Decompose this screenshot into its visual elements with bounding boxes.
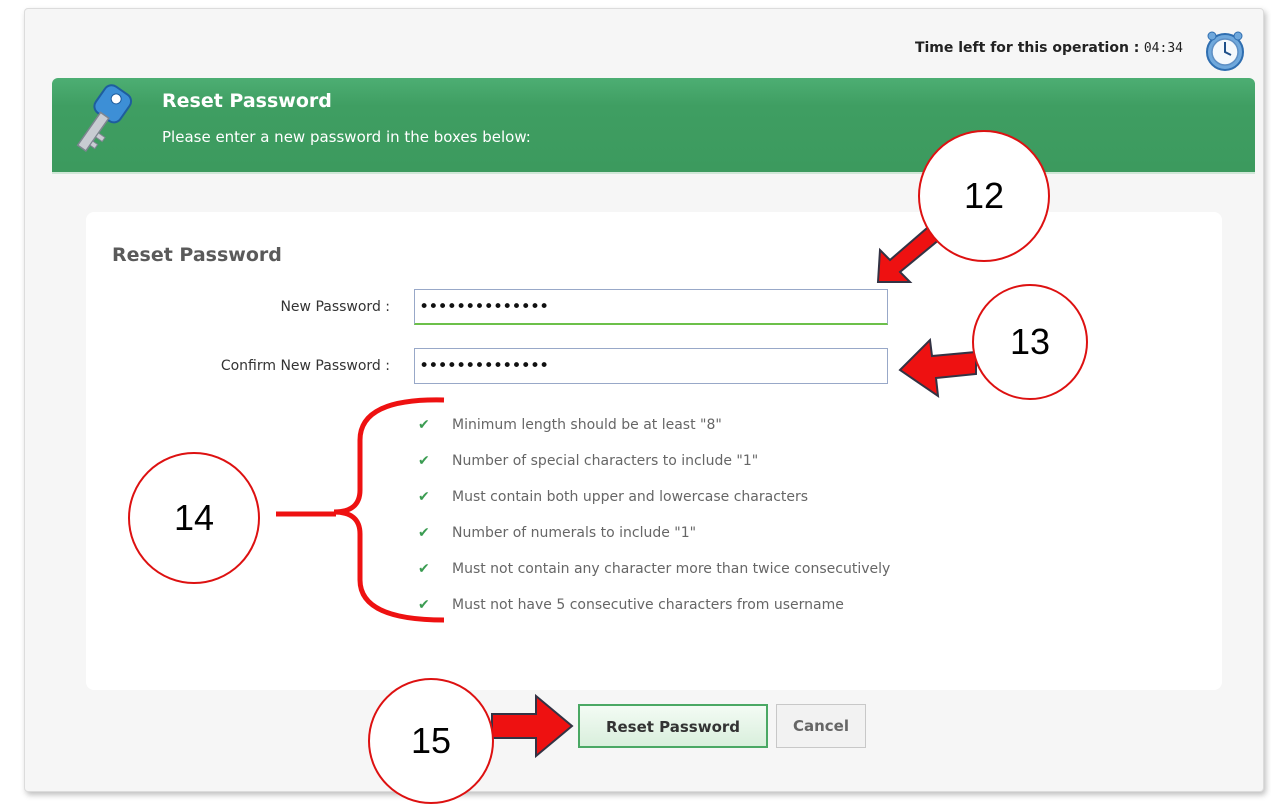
callout-brace-14 <box>333 397 445 623</box>
callout-arrow-15 <box>491 693 574 759</box>
callout-arrow-13 <box>898 337 977 399</box>
callout-15: 15 <box>368 678 494 804</box>
callout-12: 12 <box>918 130 1050 262</box>
callout-14: 14 <box>128 452 260 584</box>
callout-13: 13 <box>972 284 1088 400</box>
annotation-overlay <box>276 220 977 759</box>
